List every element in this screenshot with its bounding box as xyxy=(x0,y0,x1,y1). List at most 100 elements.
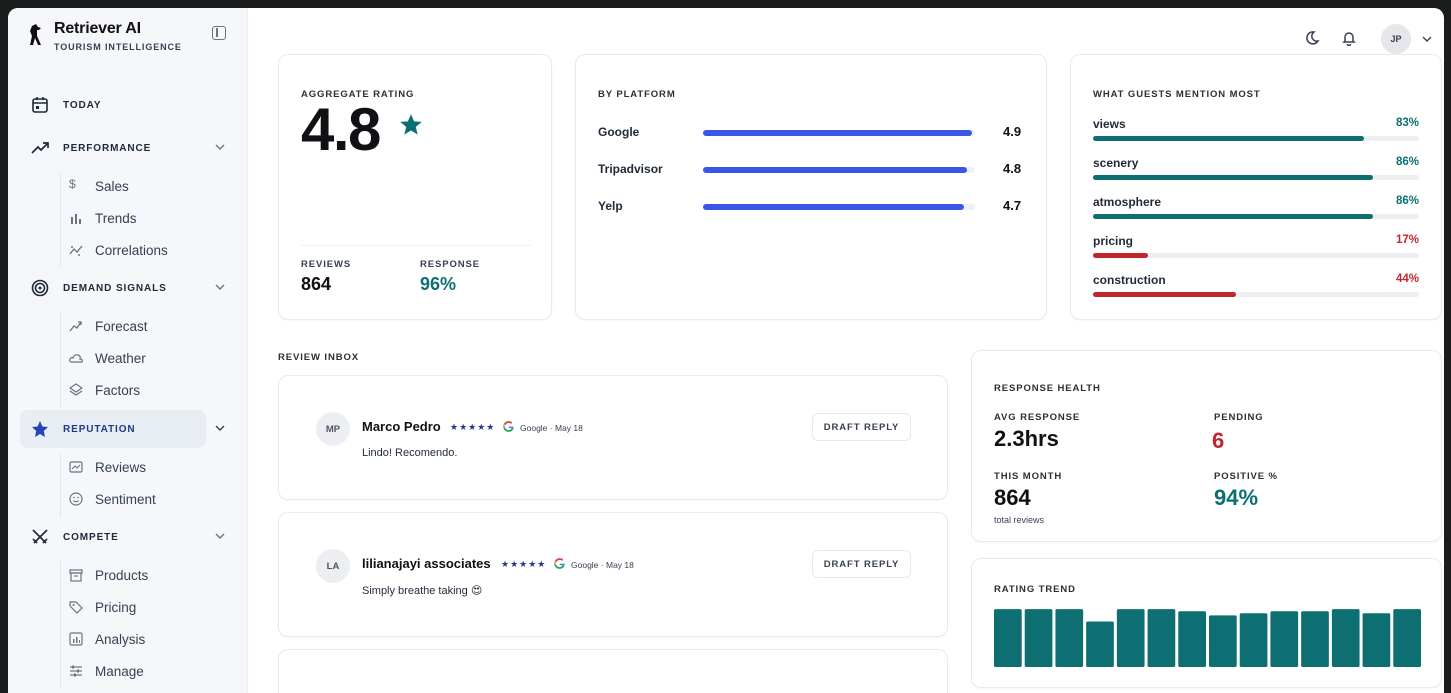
trend-bar xyxy=(1270,611,1299,667)
platform-name: Yelp xyxy=(598,199,623,213)
card-title: RATING TREND xyxy=(994,584,1076,595)
avg-response-label: AVG RESPONSE xyxy=(994,412,1081,423)
mention-name: pricing xyxy=(1093,234,1134,248)
sidebar-item-weather[interactable]: Weather xyxy=(61,344,231,372)
sidebar-item-analysis[interactable]: Analysis xyxy=(61,625,231,653)
avatar: LA xyxy=(316,549,350,583)
review-inbox-title: REVIEW INBOX xyxy=(278,352,360,363)
sidebar-item-forecast[interactable]: Forecast xyxy=(61,312,231,340)
user-avatar[interactable]: JP xyxy=(1381,24,1411,54)
chevron-down-icon[interactable] xyxy=(214,530,226,542)
compete-submenu: Products Pricing Analysis Manage xyxy=(60,561,148,689)
app-window: Retriever AI TOURISM INTELLIGENCE TODAY … xyxy=(8,8,1444,693)
mention-bar-fill xyxy=(1093,136,1364,141)
nav-today[interactable]: TODAY xyxy=(20,86,242,124)
review-date: May 18 xyxy=(605,560,634,570)
sidebar-collapse-icon[interactable] xyxy=(212,26,226,40)
draft-reply-button[interactable]: DRAFT REPLY xyxy=(812,413,911,441)
nav-compete-label: COMPETE xyxy=(63,531,119,543)
trend-bar xyxy=(994,609,1022,667)
trend-bar xyxy=(1239,613,1268,667)
chevron-down-icon[interactable] xyxy=(214,281,226,293)
mention-row: scenery 86% xyxy=(1093,156,1419,186)
mention-row: views 83% xyxy=(1093,117,1419,147)
mention-bar-fill xyxy=(1093,175,1374,180)
chevron-down-icon[interactable] xyxy=(214,422,226,434)
aggregate-rating-value: 4.8 xyxy=(301,96,381,163)
performance-submenu: $ Sales Trends Correlations xyxy=(60,172,168,268)
nav-demand-signals[interactable]: DEMAND SIGNALS xyxy=(20,269,242,307)
sidebar-item-label: Weather xyxy=(95,350,146,366)
mention-bar-fill xyxy=(1093,292,1237,297)
sidebar-item-sales[interactable]: $ Sales xyxy=(61,172,231,200)
nav-compete[interactable]: COMPETE xyxy=(20,518,242,556)
avg-response-value: 2.3hrs xyxy=(994,426,1059,451)
sidebar-item-label: Analysis xyxy=(95,631,146,647)
platform-bar-track xyxy=(703,130,975,136)
review-card[interactable] xyxy=(278,649,948,693)
sidebar-item-label: Correlations xyxy=(95,242,168,258)
nav-performance[interactable]: PERFORMANCE xyxy=(20,129,242,167)
mention-percent: 83% xyxy=(1395,117,1419,129)
response-health-card: RESPONSE HEALTH AVG RESPONSE 2.3hrs PEND… xyxy=(971,350,1442,542)
card-title: BY PLATFORM xyxy=(598,89,676,100)
moon-icon[interactable] xyxy=(1304,30,1320,46)
review-card[interactable]: MP Marco Pedro ★★★★★ Google · May 18 Lindo! … xyxy=(278,375,948,500)
sidebar-item-pricing[interactable]: Pricing xyxy=(61,593,231,621)
sidebar-item-manage[interactable]: Manage xyxy=(61,657,231,685)
forecast-icon xyxy=(69,321,82,332)
platform-name: Tripadvisor xyxy=(598,162,663,176)
trend-bar xyxy=(1116,609,1145,667)
mention-bar-track xyxy=(1093,253,1419,258)
platform-row: Yelp 4.7 xyxy=(598,197,1026,217)
mention-row: atmosphere 86% xyxy=(1093,195,1419,225)
trend-bar xyxy=(1301,611,1329,667)
sidebar-item-reviews[interactable]: Reviews xyxy=(61,453,231,481)
rating-trend-card: RATING TREND xyxy=(971,558,1442,688)
review-meta: Google · May 18 xyxy=(571,560,634,570)
response-label: RESPONSE xyxy=(420,259,480,270)
sidebar-item-correlations[interactable]: Correlations xyxy=(61,236,231,264)
google-icon xyxy=(503,421,514,432)
trend-bar xyxy=(1024,609,1053,667)
brand[interactable]: Retriever AI TOURISM INTELLIGENCE xyxy=(26,20,182,52)
mention-name: views xyxy=(1093,117,1126,131)
sidebar-item-products[interactable]: Products xyxy=(61,561,231,589)
review-platform: Google xyxy=(571,560,599,570)
sidebar-item-label: Sales xyxy=(95,178,129,194)
sidebar-item-trends[interactable]: Trends xyxy=(61,204,231,232)
reputation-submenu: Reviews Sentiment xyxy=(60,453,156,517)
calendar-icon xyxy=(32,97,48,113)
trend-bar xyxy=(1362,613,1391,667)
response-value: 96% xyxy=(420,274,457,294)
platform-rating: 4.7 xyxy=(1003,198,1022,213)
sidebar-item-label: Products xyxy=(95,567,149,583)
review-card[interactable]: LA lilianajayi associates ★★★★★ Google · Ma… xyxy=(278,512,948,637)
brand-subtitle: TOURISM INTELLIGENCE xyxy=(54,42,182,52)
by-platform-card: BY PLATFORM Google 4.9 Tripadvisor 4.8 Yelp 4… xyxy=(575,54,1047,320)
mention-bar-track xyxy=(1093,214,1419,219)
star-icon xyxy=(32,421,48,437)
bell-icon[interactable] xyxy=(1341,30,1357,46)
sidebar-item-sentiment[interactable]: Sentiment xyxy=(61,485,231,513)
chevron-down-icon[interactable] xyxy=(214,141,226,153)
swords-icon xyxy=(32,529,48,544)
platform-bar-fill xyxy=(703,204,965,210)
sidebar: Retriever AI TOURISM INTELLIGENCE TODAY … xyxy=(8,8,248,693)
chevron-down-icon[interactable] xyxy=(1421,33,1433,45)
platform-bar-track xyxy=(703,167,975,173)
draft-reply-button[interactable]: DRAFT REPLY xyxy=(812,550,911,578)
rating-trend-chart xyxy=(994,609,1421,667)
sliders-icon xyxy=(70,665,82,677)
bar-chart-icon xyxy=(71,214,81,224)
nav-demand-signals-label: DEMAND SIGNALS xyxy=(63,282,167,294)
mention-bar-track xyxy=(1093,292,1419,297)
cloud-icon xyxy=(69,354,83,363)
sidebar-item-factors[interactable]: Factors xyxy=(61,376,231,404)
trend-bar xyxy=(1393,609,1421,667)
nav-reputation-label: REPUTATION xyxy=(63,423,136,435)
avatar: MP xyxy=(316,412,350,446)
nav-reputation[interactable]: REPUTATION xyxy=(20,410,206,448)
trend-bar xyxy=(1147,609,1176,667)
target-icon xyxy=(31,279,49,297)
